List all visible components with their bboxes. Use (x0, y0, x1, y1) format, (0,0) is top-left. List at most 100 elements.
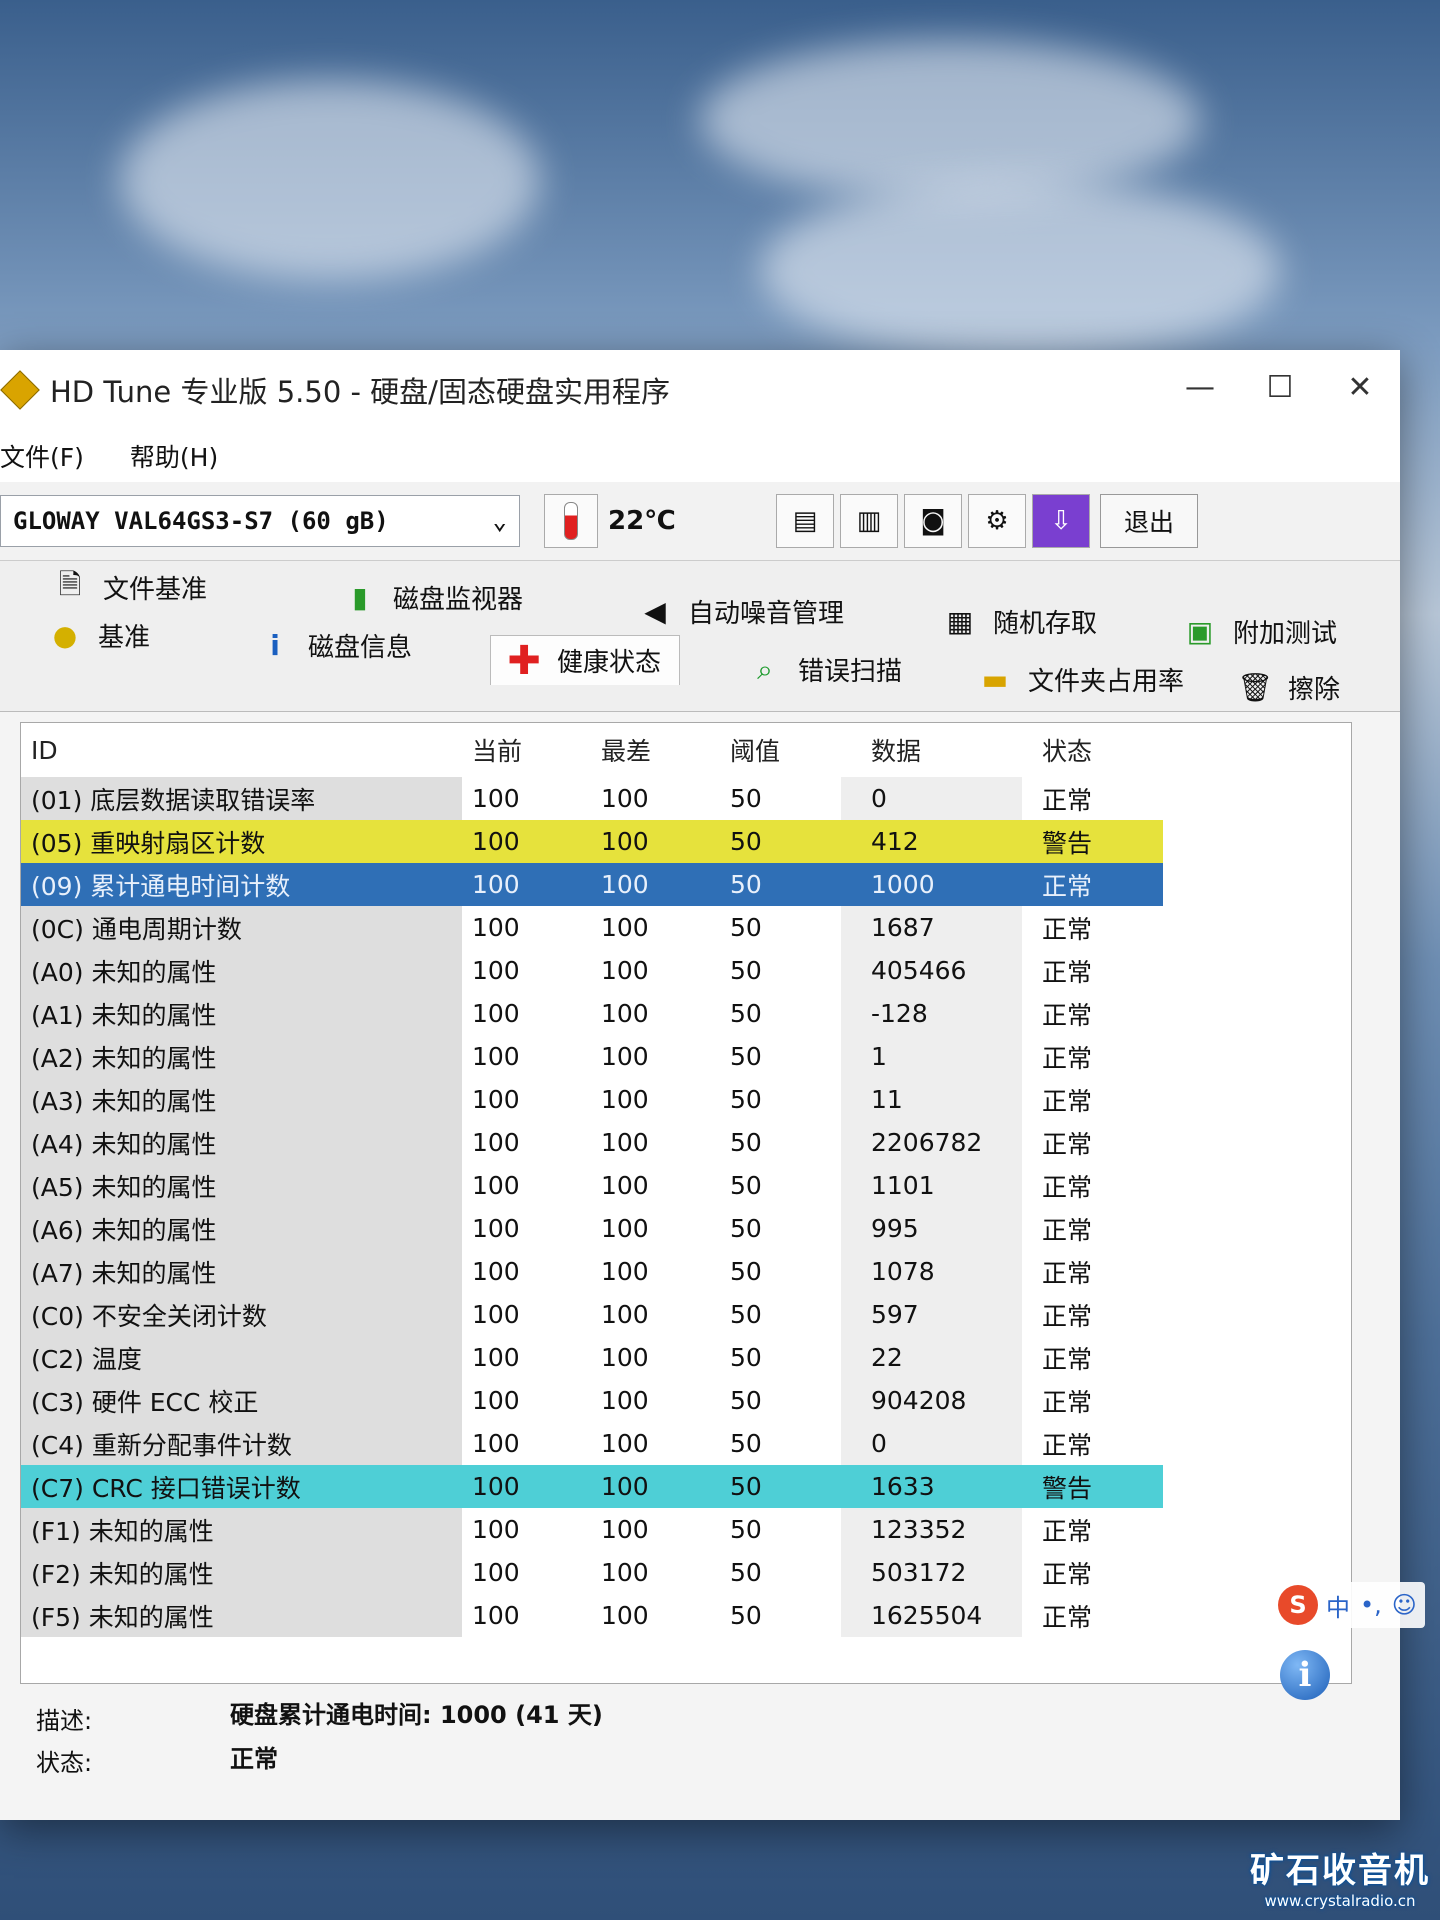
table-row[interactable]: (A1) 未知的属性 100 100 50 -128 正常 (21, 992, 1351, 1035)
threshold-value: 50 (730, 956, 762, 985)
worst-value: 100 (601, 999, 649, 1028)
current-value: 100 (462, 820, 591, 863)
minimize-button[interactable]: — (1170, 370, 1230, 405)
current-value: 100 (472, 1558, 520, 1587)
status-text: 正常 (1042, 957, 1093, 987)
tab-bar: 🗎 文件基准 ▮ 磁盘监视器 ◀ 自动噪音管理 ▦ 随机存取 ▣ 附加测试 ● … (0, 561, 1400, 712)
drive-select[interactable]: GLOWAY VAL64GS3-S7 (60 gB) ⌄ (0, 495, 520, 547)
tab-random-access[interactable]: ▦ 随机存取 (945, 603, 1097, 640)
raw-data: 1633 (841, 1465, 1022, 1508)
row-spacer (1163, 1121, 1351, 1164)
header-id[interactable]: ID (21, 723, 462, 777)
tab-extra-tests[interactable]: ▣ 附加测试 (1185, 613, 1337, 650)
drive-name: GLOWAY VAL64GS3-S7 (60 gB) (13, 507, 389, 535)
table-row[interactable]: (01) 底层数据读取错误率 100 100 50 0 正常 (21, 777, 1351, 820)
table-row[interactable]: (A7) 未知的属性 100 100 50 1078 正常 (21, 1250, 1351, 1293)
table-row[interactable]: (C3) 硬件 ECC 校正 100 100 50 904208 正常 (21, 1379, 1351, 1422)
trash-icon: 🗑 (1237, 671, 1273, 704)
table-row[interactable]: (05) 重映射扇区计数 100 100 50 412 警告 (21, 820, 1351, 863)
header-data[interactable]: 数据 (841, 723, 1022, 777)
header-worst[interactable]: 最差 (591, 723, 720, 777)
emoji-icon[interactable]: ☺ (1392, 1591, 1417, 1619)
row-spacer (1163, 1035, 1351, 1078)
copy-info-icon[interactable]: ▤ (776, 494, 834, 548)
table-row[interactable]: (F5) 未知的属性 100 100 50 1625504 正常 (21, 1594, 1351, 1637)
copy-screen-icon[interactable]: ▥ (840, 494, 898, 548)
status-text: 警告 (1022, 820, 1163, 863)
tab-disk-info[interactable]: i 磁盘信息 (260, 627, 412, 664)
worst-value: 100 (601, 784, 649, 813)
tab-file-benchmark[interactable]: 🗎 文件基准 (55, 568, 207, 606)
chevron-down-icon: ⌄ (492, 507, 507, 535)
ime-punct[interactable]: •, (1360, 1591, 1382, 1619)
current-value: 100 (472, 1386, 520, 1415)
hdtune-window: HD Tune 专业版 5.50 - 硬盘/固态硬盘实用程序 — ☐ ✕ 文件(… (0, 350, 1400, 1820)
table-row[interactable]: (A0) 未知的属性 100 100 50 405466 正常 (21, 949, 1351, 992)
attribute-name: (09) 累计通电时间计数 (21, 863, 462, 906)
raw-data: 412 (841, 820, 1022, 863)
close-button[interactable]: ✕ (1330, 370, 1390, 405)
table-row[interactable]: (A2) 未知的属性 100 100 50 1 正常 (21, 1035, 1351, 1078)
worst-value: 100 (601, 1171, 649, 1200)
tab-error-scan[interactable]: ⌕ 错误扫描 (750, 651, 902, 688)
current-value: 100 (472, 1300, 520, 1329)
download-icon[interactable]: ⇩ (1032, 494, 1090, 548)
extra-tests-icon: ▣ (1186, 615, 1214, 648)
tab-disk-monitor[interactable]: ▮ 磁盘监视器 (345, 579, 523, 616)
header-threshold[interactable]: 阈值 (720, 723, 841, 777)
table-row[interactable]: (F1) 未知的属性 100 100 50 123352 正常 (21, 1508, 1351, 1551)
tab-health[interactable]: ✚ 健康状态 (490, 635, 681, 685)
raw-data: 11 (841, 1078, 1022, 1121)
current-value: 100 (472, 1515, 520, 1544)
current-value: 100 (472, 1042, 520, 1071)
exit-button[interactable]: 退出 (1100, 494, 1198, 548)
menu-file[interactable]: 文件(F) (0, 438, 110, 474)
toolbar: GLOWAY VAL64GS3-S7 (60 gB) ⌄ 22℃ ▤ ▥ ◙ ⚙… (0, 482, 1400, 561)
threshold-value: 50 (730, 1515, 762, 1544)
menu-bar: 文件(F) 帮助(H) (0, 430, 1400, 482)
maximize-button[interactable]: ☐ (1250, 370, 1310, 405)
camera-icon[interactable]: ◙ (904, 494, 962, 548)
raw-data: 0 (841, 1422, 1022, 1465)
table-row[interactable]: (A3) 未知的属性 100 100 50 11 正常 (21, 1078, 1351, 1121)
info-icon[interactable]: i (1280, 1650, 1330, 1700)
worst-value: 100 (601, 1558, 649, 1587)
row-spacer (1163, 1508, 1351, 1551)
table-row[interactable]: (A4) 未知的属性 100 100 50 2206782 正常 (21, 1121, 1351, 1164)
attribute-name: (A6) 未知的属性 (21, 1207, 462, 1250)
table-row[interactable]: (09) 累计通电时间计数 100 100 50 1000 正常 (21, 863, 1351, 906)
attribute-name: (F1) 未知的属性 (21, 1508, 462, 1551)
table-row[interactable]: (A6) 未知的属性 100 100 50 995 正常 (21, 1207, 1351, 1250)
threshold-value: 50 (730, 1429, 762, 1458)
tab-benchmark[interactable]: ● 基准 (50, 617, 150, 654)
info-icon: i (270, 629, 280, 662)
status-text: 正常 (1042, 1258, 1093, 1288)
table-row[interactable]: (0C) 通电周期计数 100 100 50 1687 正常 (21, 906, 1351, 949)
options-icon[interactable]: ⚙ (968, 494, 1026, 548)
header-status[interactable]: 状态 (1022, 723, 1163, 777)
worst-value: 100 (601, 1515, 649, 1544)
thermometer-icon (544, 494, 598, 548)
table-row[interactable]: (F2) 未知的属性 100 100 50 503172 正常 (21, 1551, 1351, 1594)
raw-data: 1687 (841, 906, 1022, 949)
table-row[interactable]: (C2) 温度 100 100 50 22 正常 (21, 1336, 1351, 1379)
table-row[interactable]: (C0) 不安全关闭计数 100 100 50 597 正常 (21, 1293, 1351, 1336)
health-cross-icon: ✚ (507, 637, 541, 684)
current-value: 100 (472, 1601, 520, 1630)
title-bar[interactable]: HD Tune 专业版 5.50 - 硬盘/固态硬盘实用程序 — ☐ ✕ (0, 350, 1400, 430)
menu-help[interactable]: 帮助(H) (130, 438, 244, 474)
current-value: 100 (472, 956, 520, 985)
worst-value: 100 (601, 1343, 649, 1372)
status-text: 正常 (1042, 785, 1093, 815)
header-current[interactable]: 当前 (462, 723, 591, 777)
ime-toolbar[interactable]: S 中 •, ☺ (1270, 1582, 1425, 1628)
worst-value: 100 (601, 1386, 649, 1415)
table-row[interactable]: (C4) 重新分配事件计数 100 100 50 0 正常 (21, 1422, 1351, 1465)
tab-folder-usage[interactable]: ▬ 文件夹占用率 (980, 661, 1184, 698)
table-row[interactable]: (A5) 未知的属性 100 100 50 1101 正常 (21, 1164, 1351, 1207)
watermark-title: 矿石收音机 (1250, 1851, 1430, 1891)
ime-lang[interactable]: 中 (1326, 1588, 1350, 1623)
tab-aam[interactable]: ◀ 自动噪音管理 (640, 593, 844, 630)
table-row[interactable]: (C7) CRC 接口错误计数 100 100 50 1633 警告 (21, 1465, 1351, 1508)
tab-erase[interactable]: 🗑 擦除 (1237, 669, 1340, 706)
